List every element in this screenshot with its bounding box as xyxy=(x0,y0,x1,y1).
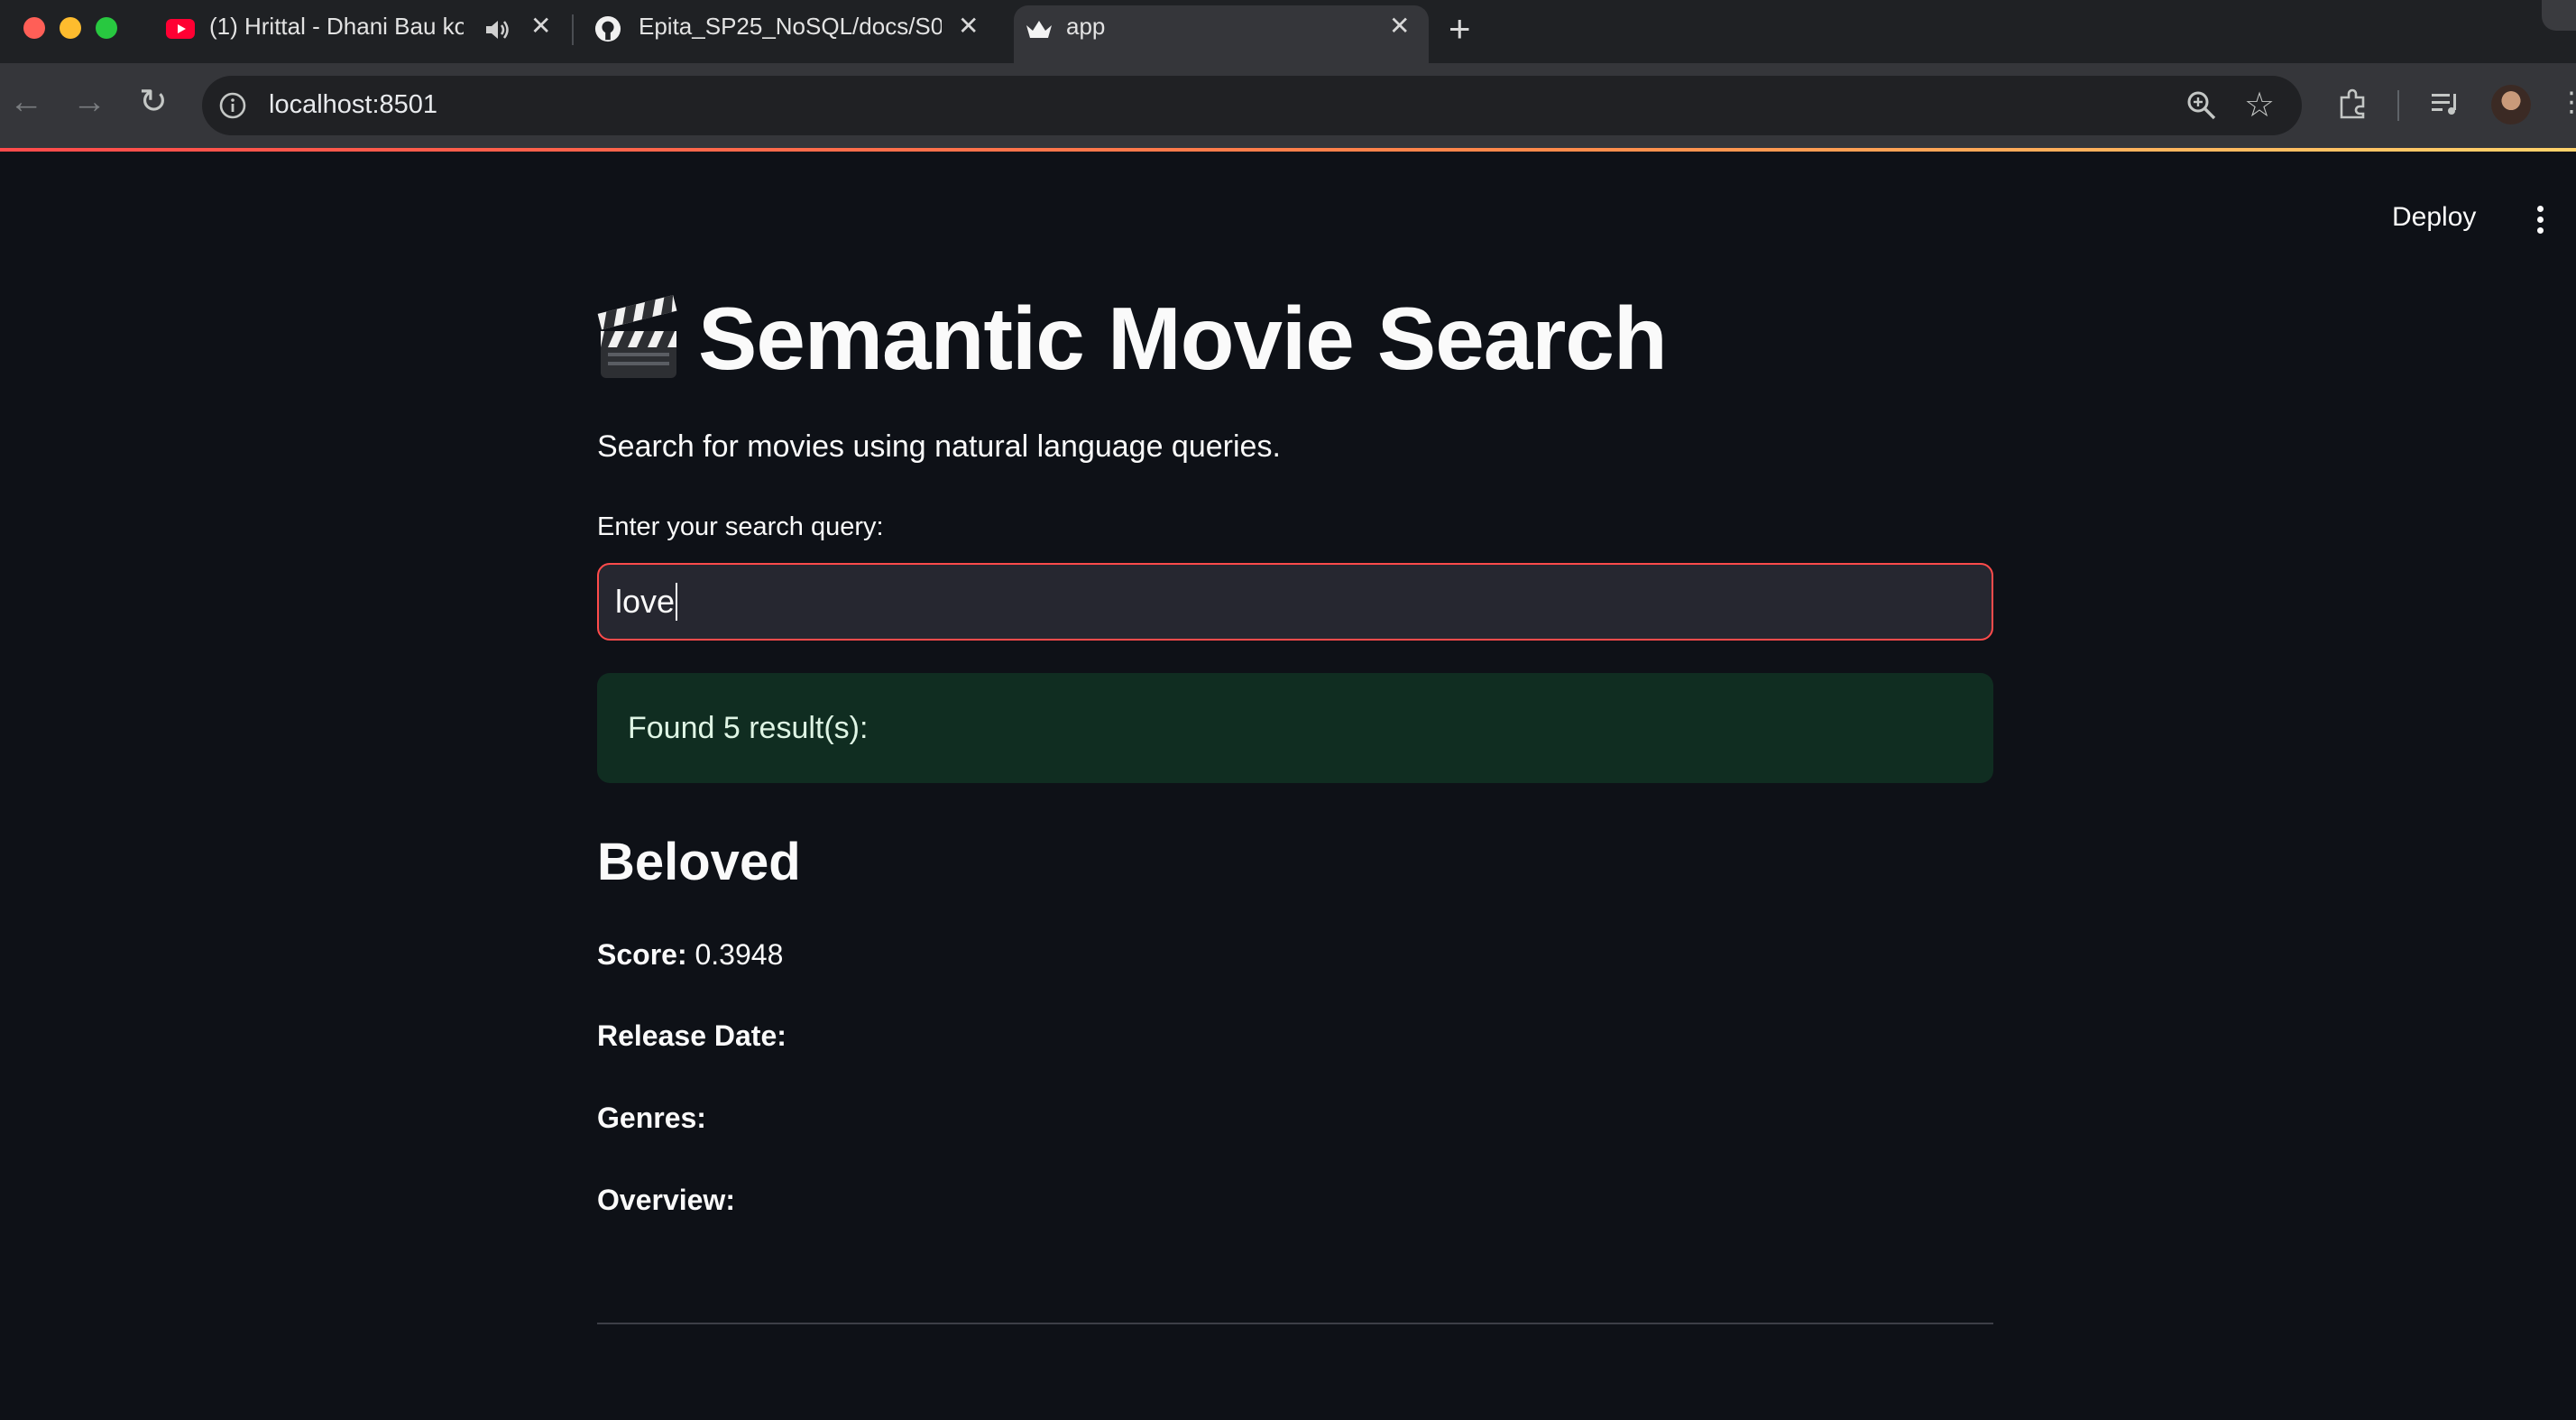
tab-title: (1) Hrittal - Dhani Bau ko G xyxy=(209,13,464,40)
streamlit-header-decoration xyxy=(0,148,2576,152)
movie-title: Beloved xyxy=(597,833,801,891)
release-date-label: Release Date: xyxy=(597,1019,787,1052)
extensions-icon[interactable] xyxy=(2336,88,2369,121)
text-caret xyxy=(676,583,678,621)
search-input[interactable]: love xyxy=(597,563,1993,641)
zoom-icon[interactable] xyxy=(2186,90,2217,121)
genres-label: Genres: xyxy=(597,1102,706,1134)
tab-separator xyxy=(572,14,574,45)
toolbar-separator xyxy=(2397,90,2399,121)
page-title-row: Semantic Movie Search xyxy=(597,288,1668,388)
main-menu-icon[interactable] xyxy=(2533,202,2547,238)
page-subtitle: Search for movies using natural language… xyxy=(597,429,1281,464)
new-tab-icon[interactable]: + xyxy=(1449,7,1471,51)
results-count-message: Found 5 result(s): xyxy=(628,711,869,745)
close-window-button[interactable] xyxy=(23,17,45,39)
chrome-menu-icon[interactable]: ⋮ xyxy=(2558,87,2576,123)
result-divider xyxy=(597,1323,1993,1324)
back-arrow-icon[interactable]: ← xyxy=(9,83,43,122)
score-field: Score: 0.3948 xyxy=(597,938,783,972)
browser-tab-bar: (1) Hrittal - Dhani Bau ko G ✕ Epita_SP2… xyxy=(0,0,2576,63)
minimize-window-button[interactable] xyxy=(60,17,81,39)
results-success-alert: Found 5 result(s): xyxy=(597,673,1993,783)
overview-field: Overview: xyxy=(597,1184,735,1217)
speaker-icon[interactable] xyxy=(483,16,512,43)
maximize-window-button[interactable] xyxy=(96,17,117,39)
close-tab-icon[interactable]: ✕ xyxy=(1389,11,1410,41)
search-input-value: love xyxy=(615,583,676,620)
bookmark-star-icon[interactable]: ☆ xyxy=(2244,85,2275,125)
tab-title: Epita_SP25_NoSQL/docs/S04 xyxy=(639,13,942,40)
page-title: Semantic Movie Search xyxy=(698,288,1668,388)
profile-avatar[interactable] xyxy=(2491,85,2531,124)
forward-arrow-icon[interactable]: → xyxy=(72,83,106,122)
close-tab-icon[interactable]: ✕ xyxy=(530,11,551,41)
clapperboard-icon xyxy=(597,295,677,378)
search-label: Enter your search query: xyxy=(597,512,884,541)
url-text: localhost:8501 xyxy=(269,90,438,119)
genres-field: Genres: xyxy=(597,1102,706,1135)
youtube-icon xyxy=(166,19,195,39)
close-tab-icon[interactable]: ✕ xyxy=(958,11,979,41)
browser-toolbar: ← → ↻ localhost:8501 ☆ ⋮ xyxy=(0,63,2576,148)
tab-title: app xyxy=(1066,13,1106,40)
reload-icon[interactable]: ↻ xyxy=(139,81,168,122)
overview-label: Overview: xyxy=(597,1184,735,1216)
deploy-button[interactable]: Deploy xyxy=(2392,202,2476,233)
github-icon xyxy=(594,15,621,42)
browser-tab-app[interactable]: app ✕ xyxy=(1014,5,1429,63)
score-label: Score: xyxy=(597,938,687,971)
streamlit-icon xyxy=(1026,21,1052,38)
address-bar[interactable]: localhost:8501 ☆ xyxy=(202,76,2302,135)
media-controls-icon[interactable] xyxy=(2430,90,2462,119)
tab-search-button[interactable] xyxy=(2542,0,2576,31)
release-date-field: Release Date: xyxy=(597,1019,787,1053)
site-info-icon[interactable] xyxy=(218,91,247,120)
score-value: 0.3948 xyxy=(695,938,784,971)
